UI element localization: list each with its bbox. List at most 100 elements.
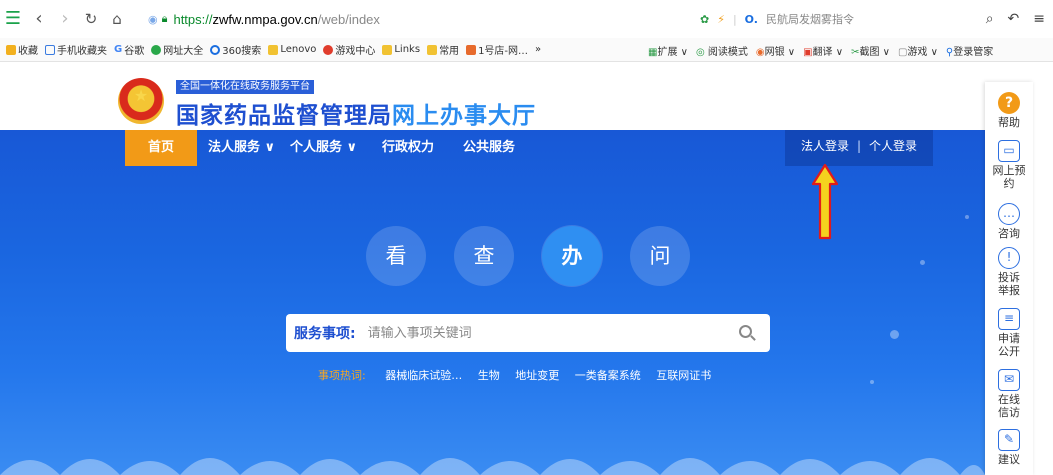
hot-keywords: 事项热词: 器械临床试验… 生物 地址变更 一类备案系统 互联网证书: [318, 367, 723, 383]
address-right-tools: ✿ ⚡︎ | O. 民航局发烟雾指令: [700, 0, 854, 38]
menu-administrative-power[interactable]: 行政权力: [382, 130, 434, 166]
shop-icon: [466, 44, 477, 55]
extension-button[interactable]: ▦扩展 ∨: [648, 43, 688, 58]
search-input[interactable]: [367, 325, 728, 341]
suggestion-button[interactable]: ✎ 建议: [985, 429, 1033, 466]
menu-icon[interactable]: ≡: [1033, 11, 1045, 27]
personal-login-link[interactable]: 个人登录: [869, 139, 917, 153]
tab-ask[interactable]: 问: [630, 226, 690, 286]
reading-mode-button[interactable]: ◎ 阅读模式: [696, 43, 748, 58]
bookbar-right-tools: ▦扩展 ∨ ◎ 阅读模式 ◉网银 ∨ ▣翻译 ∨ ✂截图 ∨ ▢游戏 ∨ ⚲登录…: [648, 38, 993, 61]
screen: ☰ ‹ › ↻ ⌂ ◉ 🔒︎ https://zwfw.nmpa.gov.cn/…: [0, 0, 1053, 475]
hot-keyword[interactable]: 器械临床试验…: [385, 369, 462, 382]
tab-handle[interactable]: 办: [542, 226, 602, 286]
disclosure-request-button[interactable]: ≡ 申请公开: [985, 308, 1033, 358]
site-title[interactable]: 国家药品监督管理局网上办事大厅: [176, 96, 536, 130]
search-icon-browser[interactable]: ⌕: [986, 11, 994, 27]
browser-address-bar: ☰ ‹ › ↻ ⌂ ◉ 🔒︎ https://zwfw.nmpa.gov.cn/…: [0, 0, 1053, 38]
bookmark-item[interactable]: 360搜索: [210, 42, 261, 57]
gamepad-icon: ▢: [897, 46, 908, 58]
decor-dot: [870, 380, 874, 384]
star-icon: [6, 44, 16, 55]
game-button[interactable]: ▢游戏 ∨: [898, 43, 938, 58]
phone-icon: [45, 44, 55, 55]
document-icon: ≡: [998, 308, 1020, 330]
mail-icon: ✉: [998, 369, 1020, 391]
search-360-icon: [210, 44, 221, 55]
bookmark-item[interactable]: 手机收藏夹: [45, 42, 107, 57]
main-menu: 首页 法人服务 ∨ 个人服务 ∨ 行政权力 公共服务 法人登录 | 个人登录: [0, 130, 985, 166]
login-separator: |: [856, 139, 862, 153]
bookmark-item[interactable]: 网址大全: [151, 42, 203, 57]
tab-check[interactable]: 查: [454, 226, 514, 286]
plant-decoration: [0, 458, 985, 475]
corporate-login-link[interactable]: 法人登录: [801, 139, 849, 153]
bookmark-item[interactable]: 游戏中心: [323, 42, 375, 57]
globe-icon: [151, 44, 162, 55]
translate-button[interactable]: ▣翻译 ∨: [803, 43, 843, 58]
search-icon[interactable]: [739, 325, 752, 338]
hot-keyword[interactable]: 地址变更: [515, 369, 559, 382]
google-icon: G: [114, 44, 123, 55]
menu-public-services[interactable]: 公共服务: [463, 130, 515, 166]
bank-icon: ◉: [755, 46, 765, 58]
question-icon: ?: [998, 92, 1020, 114]
bookmark-item[interactable]: 常用: [427, 42, 459, 57]
bookmark-item[interactable]: Links: [382, 44, 420, 55]
bookmark-item[interactable]: 1号店-网…: [466, 42, 528, 57]
decor-dot: [920, 260, 925, 265]
reload-icon[interactable]: ↻: [78, 0, 104, 38]
menu-corporate-services[interactable]: 法人服务 ∨: [208, 130, 275, 166]
bookmark-item[interactable]: Lenovo: [268, 44, 316, 55]
divider: |: [732, 12, 737, 26]
hot-keyword[interactable]: 一类备案系统: [575, 369, 641, 382]
lock-icon: 🔒︎: [161, 12, 168, 25]
bookmark-item[interactable]: 收藏: [6, 42, 38, 57]
online-booking-button[interactable]: ▭ 网上预约: [985, 140, 1033, 190]
bookmarks-bar: 收藏 手机收藏夹 G 谷歌 网址大全 360搜索 Lenovo 游戏中心 Link…: [0, 38, 1053, 62]
back-icon[interactable]: ‹: [26, 0, 52, 38]
refresh-speed-icon[interactable]: ✿: [700, 13, 709, 26]
folder-icon: [427, 44, 438, 55]
reading-icon: ◎: [695, 46, 705, 58]
game-icon: [323, 44, 334, 55]
help-button[interactable]: ? 帮助: [985, 92, 1033, 129]
chat-icon: …: [998, 203, 1020, 225]
hot-keyword[interactable]: 互联网证书: [656, 369, 711, 382]
monitor-icon: ▭: [998, 140, 1020, 162]
service-search-box: 服务事项:: [286, 314, 770, 352]
search-engine-icon[interactable]: O.: [745, 13, 758, 26]
folder-icon: [382, 44, 393, 55]
folder-icon: [268, 44, 279, 55]
login-manager-button[interactable]: ⚲登录管家: [946, 43, 993, 58]
undo-icon[interactable]: ↶: [1008, 11, 1020, 27]
platform-tag: 全国一体化在线政务服务平台: [176, 80, 314, 94]
shield-icon: !: [998, 247, 1020, 269]
security-icon: ◉: [148, 12, 158, 26]
lightning-icon[interactable]: ⚡︎: [717, 13, 725, 26]
hot-keywords-label: 事项热词:: [318, 369, 366, 382]
bank-button[interactable]: ◉网银 ∨: [756, 43, 795, 58]
service-mode-tabs: 看 查 办 问: [366, 226, 690, 286]
browser-far-tools: ⌕ ↶ ≡: [986, 0, 1045, 38]
bookmark-more[interactable]: »: [535, 44, 541, 55]
edit-icon: ✎: [998, 429, 1020, 451]
complaint-button[interactable]: ! 投诉举报: [985, 247, 1033, 297]
bookmark-item[interactable]: G 谷歌: [114, 42, 144, 57]
online-petition-button[interactable]: ✉ 在线信访: [985, 369, 1033, 419]
menu-home[interactable]: 首页: [125, 130, 197, 166]
home-icon[interactable]: ⌂: [104, 0, 130, 38]
tab-view[interactable]: 看: [366, 226, 426, 286]
national-emblem-icon[interactable]: [118, 78, 164, 124]
address-hint[interactable]: 民航局发烟雾指令: [766, 11, 854, 27]
hot-keyword[interactable]: 生物: [478, 369, 500, 382]
search-label: 服务事项:: [294, 326, 356, 342]
url-field[interactable]: ◉ 🔒︎ https://zwfw.nmpa.gov.cn/web/index: [148, 0, 688, 38]
consult-button[interactable]: … 咨询: [985, 203, 1033, 240]
annotation-arrow-icon: [812, 164, 838, 240]
screenshot-button[interactable]: ✂截图 ∨: [851, 43, 890, 58]
url-text[interactable]: https://zwfw.nmpa.gov.cn/web/index: [173, 12, 379, 27]
site-header: 全国一体化在线政务服务平台 国家药品监督管理局网上办事大厅: [0, 62, 1053, 130]
menu-personal-services[interactable]: 个人服务 ∨: [290, 130, 357, 166]
forward-icon[interactable]: ›: [52, 0, 78, 38]
